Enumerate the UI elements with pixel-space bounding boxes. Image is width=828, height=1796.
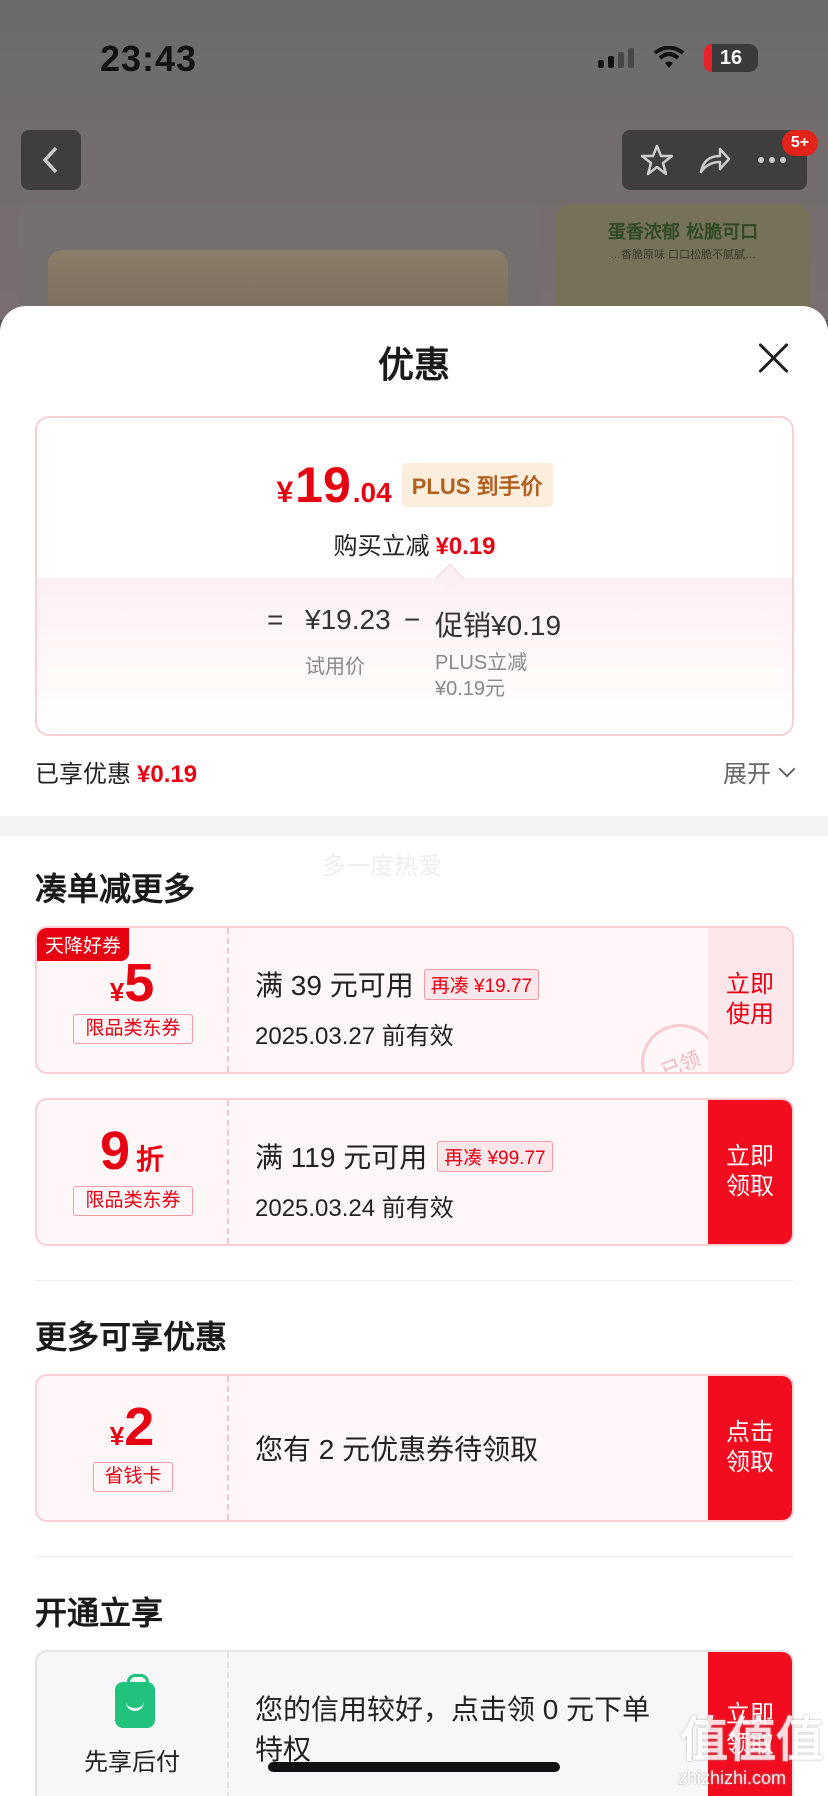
use-now-button[interactable]: 立即 使用 [708,928,792,1072]
trial-price-label: 试用价 [305,656,365,678]
pay-later-label: 先享后付 [84,1749,180,1776]
coupon-condition: 满 39 元可用 [255,970,414,1001]
pay-later-icon-area: 先享后付 [37,1652,229,1796]
trial-price: ¥19.23 [305,604,391,635]
wifi-icon [653,46,685,68]
divider [35,1556,794,1557]
coupon-unit: 折 [136,1144,165,1175]
combine-section-title: 凑单减更多 [35,871,196,907]
product-banner-subtitle: …香脆原味 口口松脆不腻腻… [609,249,757,261]
top-action-group [622,130,807,190]
promo-label-line1: PLUS立减 [435,652,528,674]
claim-now-button[interactable]: 立即 领取 [708,1100,792,1244]
coupon-amount-value: 5 [124,953,155,1013]
coupon-details: 满 39 元可用 再凑 ¥19.77 2025.03.27 前有效 [255,964,540,1051]
watermark-text: 多一度热爱 [322,853,442,880]
coupon-details: 满 119 元可用 再凑 ¥99.77 2025.03.24 前有效 [255,1136,553,1223]
saving-card-currency: ¥ [109,1421,125,1451]
saving-card[interactable]: ¥2 省钱卡 您有 2 元优惠券待领取 点击 领取 [35,1374,794,1522]
plus-price-tag: PLUS 到手价 [401,463,553,507]
price-currency: ¥ [276,476,294,509]
coupon-type: 限品类东券 [73,1014,193,1044]
coupon-amount-value: 9 [99,1121,131,1181]
final-price: ¥ 19 .04 PLUS 到手价 [37,456,792,514]
price-summary-card: ¥ 19 .04 PLUS 到手价 购买立减 ¥0.19 = ¥19.23 − 促… [35,416,794,736]
status-time: 23:43 [100,38,198,79]
click-claim-button[interactable]: 点击 领取 [708,1376,792,1520]
discount-sheet: 优惠 ¥ 19 .04 PLUS 到手价 购买立减 ¥0.19 = ¥19.23 … [0,306,828,1796]
status-icons: 16 [598,44,758,72]
coupon-condition-line: 满 39 元可用 再凑 ¥19.77 [255,964,540,1004]
promo-amount: 促销¥0.19 [435,610,562,641]
formula-equals: = [267,604,284,635]
site-watermark-url: zhizhizhi.com [678,1768,787,1788]
cellular-signal-icon [598,48,634,68]
promo-label-line2: ¥0.19元 [435,678,506,700]
price-breakdown-area [37,578,792,734]
coupon-amount: ¥5 [37,952,227,1014]
coupon-condition-line: 满 119 元可用 再凑 ¥99.77 [255,1136,553,1176]
coupon-card[interactable]: 天降好券 ¥5 限品类东券 满 39 元可用 再凑 ¥19.77 2025.03… [35,926,794,1074]
more-section-title: 更多可享优惠 [35,1319,228,1355]
battery-indicator: 16 [704,44,758,72]
coupon-value-area: 天降好券 ¥5 限品类东券 [37,928,229,1072]
enjoyed-label: 已享优惠 [35,761,131,788]
share-icon[interactable] [696,142,732,178]
coupon-expiry: 2025.03.27 前有效 [255,1023,454,1050]
buy-reduction-label: 购买立减 [333,533,430,560]
promo-label: PLUS立减 ¥0.19元 [435,650,527,702]
shopping-bag-icon [115,1674,155,1728]
chevron-down-icon [778,760,796,777]
saving-card-text: 您有 2 元优惠券待领取 [255,1434,539,1465]
coupon-currency: ¥ [109,977,125,1007]
site-watermark-logo: 值值值 [680,1714,825,1767]
enjoyed-amount: ¥0.19 [137,761,198,788]
product-banner-title: 蛋香浓郁 松脆可口 [607,222,759,243]
open-section-title: 开通立享 [35,1595,164,1631]
coupon-amount: 9折 [37,1120,227,1182]
coupon-condition: 满 119 元可用 [255,1142,428,1173]
divider [35,1280,794,1281]
coupon-type: 限品类东券 [73,1186,193,1216]
price-decimal: .04 [352,477,392,508]
pay-later-text: 您的信用较好，点击领 0 元下单特权 [255,1694,651,1765]
back-button[interactable] [21,130,81,190]
home-indicator[interactable] [268,1762,560,1772]
enjoyed-discount: 已享优惠 ¥0.19 [35,754,197,789]
coupon-value-area: 9折 限品类东券 [37,1100,229,1244]
coupon-card[interactable]: 9折 限品类东券 满 119 元可用 再凑 ¥99.77 2025.03.24 … [35,1098,794,1246]
section-separator [0,816,828,836]
coupon-gap-tag: 再凑 ¥99.77 [437,1140,553,1172]
expand-label: 展开 [723,761,771,788]
coupon-expiry: 2025.03.24 前有效 [255,1195,454,1222]
buy-reduction-amount: ¥0.19 [435,533,496,560]
saving-card-amount-value: 2 [124,1397,155,1457]
saving-card-type: 省钱卡 [93,1462,173,1492]
star-icon[interactable] [639,142,675,178]
formula-minus: − [404,604,421,635]
saving-card-value-area: ¥2 省钱卡 [37,1376,229,1520]
expand-button[interactable]: 展开 [723,754,796,789]
notification-badge: 5+ [782,130,818,156]
sheet-title: 优惠 [377,344,450,385]
buy-reduction-line: 购买立减 ¥0.19 [37,526,792,561]
price-integer: 19 [295,457,351,513]
close-icon[interactable] [757,342,789,374]
coupon-gap-tag: 再凑 ¥19.77 [423,968,540,1000]
saving-card-amount: ¥2 [37,1396,227,1458]
chevron-left-icon [42,146,58,174]
